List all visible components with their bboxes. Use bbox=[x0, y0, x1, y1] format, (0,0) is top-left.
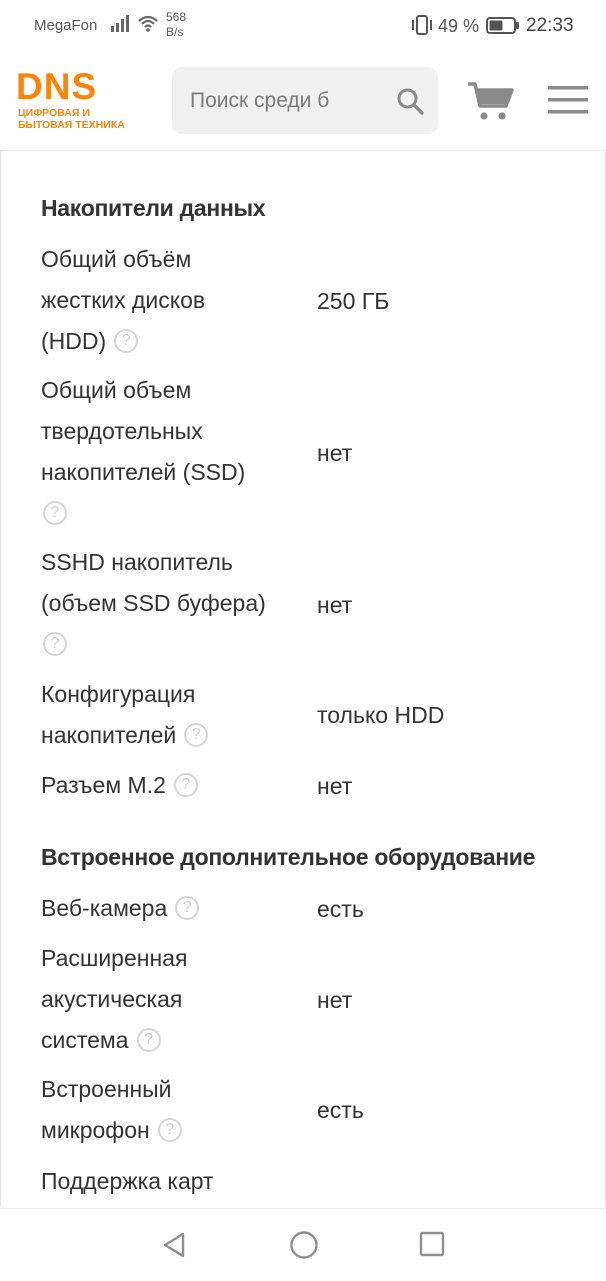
recent-apps-icon[interactable] bbox=[419, 1231, 445, 1257]
search-box[interactable] bbox=[172, 67, 438, 134]
help-icon[interactable]: ? bbox=[114, 328, 139, 353]
battery-icon bbox=[486, 17, 519, 34]
spec-name-microphone: Встроенный микрофон? bbox=[41, 1069, 291, 1151]
network-speed-unit: B/s bbox=[166, 25, 184, 39]
spec-name-hdd: Общий объём жестких дисков (HDD)? bbox=[41, 246, 206, 354]
logo-subtitle: ЦИФРОВАЯ И БЫТОВАЯ ТЕХНИКА bbox=[18, 107, 125, 131]
clock-time: 22:33 bbox=[526, 15, 574, 36]
spec-name-config: Конфигурация накопителей? bbox=[41, 674, 291, 756]
spec-value-ssd: нет bbox=[317, 440, 353, 466]
spec-value-m2: нет bbox=[317, 773, 353, 799]
help-icon[interactable]: ? bbox=[184, 722, 209, 747]
spec-value-sshd: нет bbox=[317, 592, 353, 618]
spec-name-cards: Поддержка карт bbox=[41, 1168, 214, 1194]
vibrate-icon bbox=[412, 15, 432, 35]
spec-name-acoustic: Расширенная акустическая система? bbox=[41, 945, 188, 1053]
search-icon[interactable] bbox=[396, 87, 424, 115]
wifi-icon bbox=[138, 15, 158, 32]
spec-name-webcam: Веб-камера? bbox=[41, 888, 291, 929]
spec-name-m2: Разъем M.2? bbox=[41, 765, 291, 806]
status-bar: MegaFon 568 B/s 49 % 22:33 bbox=[0, 0, 606, 52]
signal-icon bbox=[111, 15, 129, 32]
logo-text: DNS bbox=[16, 66, 98, 107]
search-input[interactable] bbox=[190, 67, 350, 134]
spec-value-microphone: есть bbox=[317, 1097, 364, 1123]
help-icon[interactable]: ? bbox=[43, 631, 67, 656]
help-icon[interactable]: ? bbox=[173, 772, 198, 797]
help-icon[interactable]: ? bbox=[43, 500, 67, 525]
spec-value-config: только HDD bbox=[317, 702, 445, 728]
menu-icon[interactable] bbox=[548, 84, 588, 116]
network-speed: 568 B/s bbox=[166, 10, 186, 40]
system-nav-bar bbox=[0, 1208, 606, 1281]
spec-value-hdd: 250 ГБ bbox=[317, 288, 390, 314]
section-title-storage: Накопители данных bbox=[41, 195, 266, 221]
dns-logo[interactable]: DNS ЦИФРОВАЯ И БЫТОВАЯ ТЕХНИКА bbox=[16, 66, 138, 134]
cart-icon[interactable] bbox=[466, 79, 514, 123]
section-title-builtin: Встроенное дополнительное оборудование bbox=[41, 844, 536, 870]
network-speed-value: 568 bbox=[166, 10, 187, 24]
specs-content: Накопители данных Общий объём жестких дис… bbox=[0, 151, 606, 1207]
site-header: DNS ЦИФРОВАЯ И БЫТОВАЯ ТЕХНИКА bbox=[0, 52, 606, 151]
spec-value-webcam: есть bbox=[317, 896, 364, 922]
help-icon[interactable]: ? bbox=[157, 1117, 182, 1142]
home-icon[interactable] bbox=[289, 1230, 319, 1260]
battery-percent: 49 % bbox=[438, 16, 480, 36]
back-icon[interactable] bbox=[160, 1231, 188, 1259]
help-icon[interactable]: ? bbox=[136, 1027, 161, 1052]
spec-value-acoustic: нет bbox=[317, 987, 353, 1013]
spec-name-ssd: Общий объем твердотельных накопителей (SSD… bbox=[41, 370, 291, 534]
spec-name-sshd: SSHD накопитель (объем SSD буфера)? bbox=[41, 542, 291, 665]
help-icon[interactable]: ? bbox=[175, 895, 200, 920]
carrier-name: MegaFon bbox=[34, 17, 98, 34]
